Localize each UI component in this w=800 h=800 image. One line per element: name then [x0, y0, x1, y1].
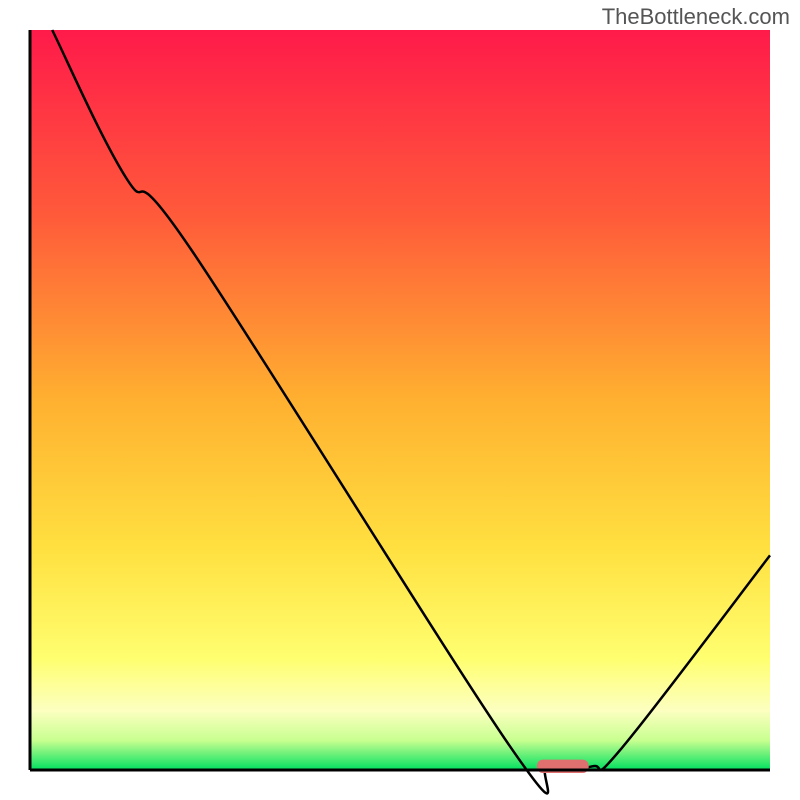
watermark-text: TheBottleneck.com	[602, 4, 790, 30]
bottleneck-chart	[0, 0, 800, 800]
chart-container: TheBottleneck.com	[0, 0, 800, 800]
plot-background	[30, 30, 770, 770]
